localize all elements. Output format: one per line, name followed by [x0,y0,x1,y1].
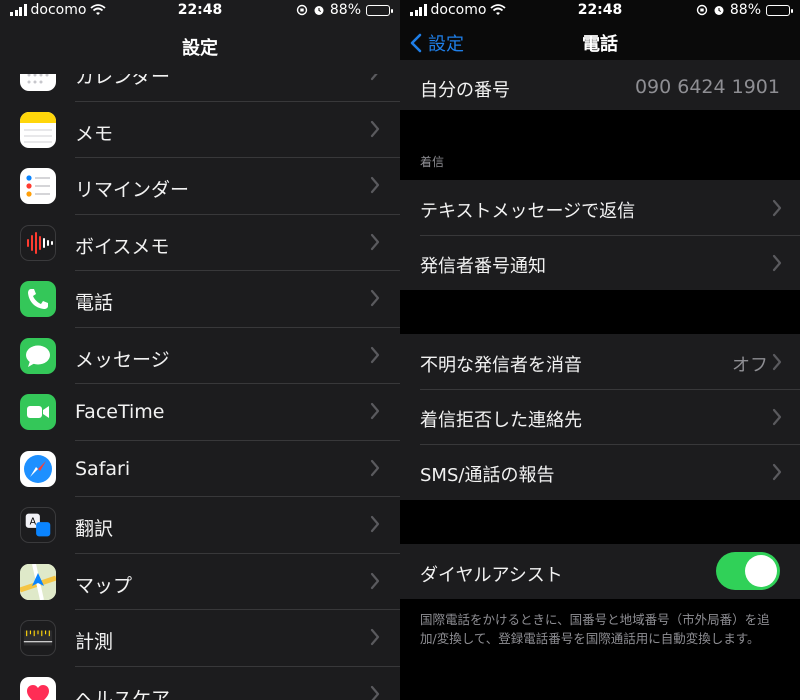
chevron-right-icon [370,685,380,700]
settings-item-label: 計測 [75,631,114,653]
settings-item-notes[interactable]: メモ [0,102,400,159]
orientation-lock-icon [296,4,308,16]
chevron-right-icon [370,233,380,250]
silence-unknown-row[interactable]: 不明な発信者を消音 オフ [400,334,800,389]
chevron-right-icon [370,176,380,194]
battery-percent: 88% [729,2,761,18]
messages-icon [20,337,56,374]
settings-item-label: 翻訳 [75,518,114,540]
chevron-right-icon [370,459,380,476]
blocked-contacts-row[interactable]: 着信拒否した連絡先 [400,389,800,444]
dial-assist-row: ダイヤルアシスト [400,544,800,599]
svg-text:A: A [30,517,37,528]
settings-item-facetime[interactable]: FaceTime [0,384,400,441]
status-right: 88% [696,2,793,18]
chevron-right-icon [772,353,782,371]
my-number-value: 090 6424 1901 [634,76,780,98]
phone-navbar: 設定 電話 [400,22,800,60]
settings-item-label: ボイスメモ [75,235,170,258]
settings-screen: カレンダー メモ リマインダー ボイスメモ 電話 メッセージ FaceTime … [0,0,400,700]
silence-unknown-value: オフ [732,355,768,376]
chevron-right-icon [370,346,380,363]
dial-assist-footer: 国際電話をかけるときに、国番号と地域番号（市外局番）を追加/変換して、登録電話番… [420,612,770,646]
phone-icon [20,281,56,317]
chevron-right-icon [370,289,380,307]
dial-assist-label: ダイヤルアシスト [420,565,563,586]
alarm-icon [314,6,324,15]
caller-id-label: 発信者番号通知 [420,256,546,277]
settings-item-label: Safari [75,457,131,480]
settings-item-reminders[interactable]: リマインダー [0,158,400,215]
settings-item-label: マップ [75,574,133,597]
battery-icon [766,4,793,16]
settings-item-label: メモ [75,122,114,145]
settings-item-maps[interactable]: マップ [0,554,400,611]
settings-item-label: FaceTime [75,401,165,423]
settings-navbar: 設定 [0,22,400,74]
silence-unknown-label: 不明な発信者を消音 [420,355,582,376]
my-number-label: 自分の番号 [420,80,510,101]
sms-call-reporting-label: SMS/通話の報告 [420,465,555,486]
phone-settings-screen: 自分の番号 090 6424 1901 着信 テキストメッセージで返信 発信者番… [400,0,800,700]
settings-item-label: リマインダー [75,179,190,201]
safari-icon [20,450,56,487]
chevron-right-icon [370,120,380,137]
status-right: 88% [296,2,393,18]
sms-call-reporting-row[interactable]: SMS/通話の報告 [400,444,800,500]
settings-item-measure[interactable]: 計測 [0,610,400,667]
alarm-icon [714,6,724,15]
chevron-right-icon [370,515,380,533]
battery-percent: 88% [329,2,361,18]
settings-item-label: メッセージ [75,348,170,371]
blocking-group: 不明な発信者を消音 オフ 着信拒否した連絡先 SMS/通話の報告 [400,334,800,500]
settings-item-voice-memos[interactable]: ボイスメモ [0,215,400,272]
calls-group: テキストメッセージで返信 発信者番号通知 [400,180,800,290]
chevron-right-icon [370,572,380,589]
status-bar: docomo 22:48 88% [400,0,800,22]
settings-item-safari[interactable]: Safari [0,441,400,498]
orientation-lock-icon [696,4,708,16]
blocked-contacts-label: 着信拒否した連絡先 [420,410,582,431]
reminders-icon [20,168,56,204]
chevron-right-icon [772,463,782,481]
calls-section-header: 着信 [420,155,445,169]
my-number-row[interactable]: 自分の番号 090 6424 1901 [400,60,800,110]
toggle-knob [745,555,777,587]
translate-icon: A [20,507,56,543]
settings-item-messages[interactable]: メッセージ [0,328,400,385]
health-icon [20,676,56,700]
chevron-right-icon [772,199,782,217]
chevron-right-icon [772,254,782,272]
battery-icon [366,4,393,16]
settings-item-label: 電話 [75,292,114,314]
settings-item-translate[interactable]: A 翻訳 [0,497,400,554]
chevron-right-icon [370,628,380,646]
page-title: 設定 [182,38,218,59]
notes-icon [20,111,56,148]
chevron-right-icon [370,402,380,420]
page-title: 電話 [582,34,618,55]
chevron-right-icon [772,408,782,426]
voice-memos-icon [20,224,56,261]
settings-item-phone[interactable]: 電話 [0,271,400,328]
reply-with-text-label: テキストメッセージで返信 [420,201,636,222]
measure-icon [20,620,56,656]
settings-item-label: ヘルスケア [75,687,171,700]
maps-icon [20,563,56,600]
caller-id-row[interactable]: 発信者番号通知 [400,235,800,290]
reply-with-text-row[interactable]: テキストメッセージで返信 [400,180,800,235]
settings-list: カレンダー メモ リマインダー ボイスメモ 電話 メッセージ FaceTime … [0,45,400,700]
facetime-icon [20,394,56,430]
status-bar: docomo 22:48 88% [0,0,400,22]
settings-item-health[interactable]: ヘルスケア [0,667,400,700]
dial-assist-toggle[interactable] [716,552,780,590]
